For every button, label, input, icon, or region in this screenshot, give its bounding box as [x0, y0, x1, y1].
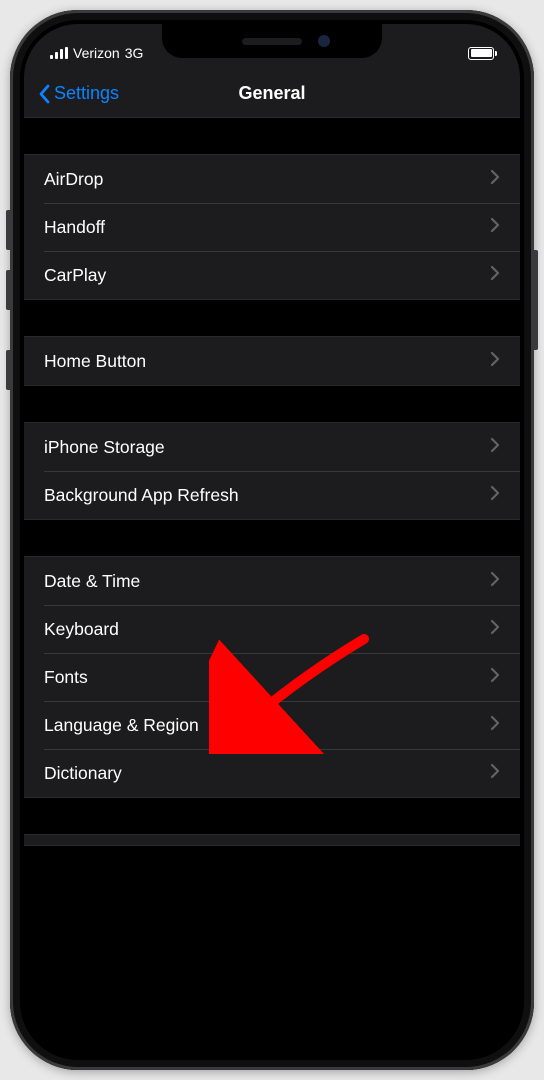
- chevron-right-icon: [490, 715, 500, 736]
- chevron-right-icon: [490, 217, 500, 238]
- chevron-right-icon: [490, 763, 500, 784]
- chevron-right-icon: [490, 437, 500, 458]
- signal-bars-icon: [50, 47, 68, 59]
- back-button[interactable]: Settings: [38, 83, 119, 104]
- chevron-right-icon: [490, 571, 500, 592]
- row-label: Home Button: [44, 351, 146, 372]
- settings-group-partial: [24, 834, 520, 846]
- row-dictionary[interactable]: Dictionary: [24, 749, 520, 797]
- chevron-left-icon: [38, 84, 50, 104]
- screen: Verizon 3G 12:41 PM Settings General: [24, 24, 520, 1056]
- chevron-right-icon: [490, 169, 500, 190]
- row-label: AirDrop: [44, 169, 103, 190]
- status-left: Verizon 3G: [50, 45, 143, 61]
- front-camera: [318, 35, 330, 47]
- row-fonts[interactable]: Fonts: [24, 653, 520, 701]
- row-label: Handoff: [44, 217, 105, 238]
- row-carplay[interactable]: CarPlay: [24, 251, 520, 299]
- carrier-label: Verizon: [73, 45, 120, 61]
- row-label: Keyboard: [44, 619, 119, 640]
- row-label: Language & Region: [44, 715, 199, 736]
- row-handoff[interactable]: Handoff: [24, 203, 520, 251]
- row-airdrop[interactable]: AirDrop: [24, 155, 520, 203]
- back-label: Settings: [54, 83, 119, 104]
- battery-icon: [468, 47, 494, 60]
- row-keyboard[interactable]: Keyboard: [24, 605, 520, 653]
- row-label: Date & Time: [44, 571, 140, 592]
- network-label: 3G: [125, 45, 144, 61]
- section-gap: [24, 520, 520, 556]
- phone-frame: Verizon 3G 12:41 PM Settings General: [10, 10, 534, 1070]
- section-gap: [24, 798, 520, 834]
- section-gap: [24, 300, 520, 336]
- settings-group: Date & Time Keyboard Fonts Language & Regio…: [24, 556, 520, 798]
- chevron-right-icon: [490, 351, 500, 372]
- row-language-region[interactable]: Language & Region: [24, 701, 520, 749]
- section-gap: [24, 118, 520, 154]
- row-label: Background App Refresh: [44, 485, 239, 506]
- status-right: [468, 47, 494, 60]
- section-gap: [24, 386, 520, 422]
- notch: [162, 24, 382, 58]
- chevron-right-icon: [490, 667, 500, 688]
- row-background-app-refresh[interactable]: Background App Refresh: [24, 471, 520, 519]
- chevron-right-icon: [490, 485, 500, 506]
- settings-group: iPhone Storage Background App Refresh: [24, 422, 520, 520]
- row-iphone-storage[interactable]: iPhone Storage: [24, 423, 520, 471]
- settings-content[interactable]: AirDrop Handoff CarPlay Home Button iPhone S…: [24, 118, 520, 1056]
- row-label: Dictionary: [44, 763, 122, 784]
- speaker-grill: [242, 38, 302, 45]
- row-label: CarPlay: [44, 265, 106, 286]
- row-date-time[interactable]: Date & Time: [24, 557, 520, 605]
- row-label: iPhone Storage: [44, 437, 165, 458]
- chevron-right-icon: [490, 619, 500, 640]
- row-home-button[interactable]: Home Button: [24, 337, 520, 385]
- settings-group: AirDrop Handoff CarPlay: [24, 154, 520, 300]
- nav-title: General: [238, 83, 305, 104]
- chevron-right-icon: [490, 265, 500, 286]
- nav-bar: Settings General: [24, 70, 520, 118]
- settings-group: Home Button: [24, 336, 520, 386]
- row-label: Fonts: [44, 667, 88, 688]
